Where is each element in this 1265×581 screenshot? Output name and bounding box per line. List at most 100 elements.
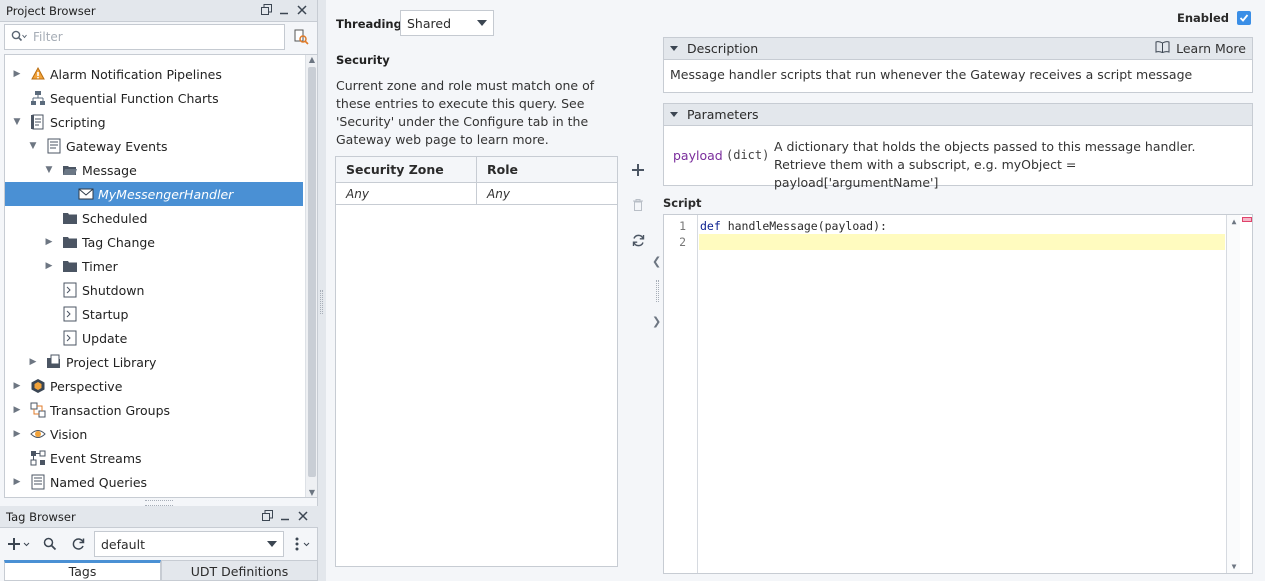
float-panel-icon[interactable] <box>258 506 276 528</box>
collapse-right-icon[interactable]: ❯ <box>652 315 661 328</box>
expand-arrow-icon[interactable]: ▶ <box>44 237 54 247</box>
minimize-panel-icon[interactable] <box>275 0 293 22</box>
scroll-down-icon[interactable]: ▼ <box>306 488 317 497</box>
refresh-icon[interactable] <box>66 532 90 556</box>
close-panel-icon[interactable] <box>293 0 311 22</box>
tree-item-gateway-events[interactable]: ▼ Gateway Events <box>5 134 303 158</box>
chevron-down-icon <box>267 541 277 547</box>
tag-browser-panel: Tag Browser default Tags UDT Definitions <box>0 506 318 581</box>
code-line[interactable]: def handleMessage(payload): <box>699 218 1225 234</box>
add-tag-icon[interactable] <box>4 532 34 556</box>
collapse-left-icon[interactable]: ❮ <box>652 255 661 268</box>
parameters-header[interactable]: Parameters <box>664 104 1252 126</box>
enabled-checkbox[interactable] <box>1237 11 1251 25</box>
editor-scrollbar[interactable]: ▲ ▼ <box>1226 215 1240 573</box>
tree-item-label: Scripting <box>50 114 106 130</box>
threading-select[interactable]: Shared <box>400 10 494 36</box>
tree-item-scripting[interactable]: ▼ Scripting <box>5 110 303 134</box>
current-code-line[interactable] <box>699 234 1225 250</box>
scroll-thumb[interactable] <box>308 67 316 477</box>
tag-browser-tabs: Tags UDT Definitions <box>4 560 318 581</box>
parameter-row: payload (dict) A dictionary that holds t… <box>664 126 1252 190</box>
tree-item-message[interactable]: ▼ Message <box>5 158 303 182</box>
tree-item-alarm-notification-pipelines[interactable]: ▶ Alarm Notification Pipelines <box>5 62 303 86</box>
tree-item-scheduled[interactable]: Scheduled <box>5 206 303 230</box>
expand-arrow-icon[interactable]: ▶ <box>12 405 22 415</box>
threading-value: Shared <box>407 15 452 31</box>
close-panel-icon[interactable] <box>294 506 312 528</box>
project-browser-title: Project Browser <box>6 3 96 18</box>
tree-item-sequential-function-charts[interactable]: Sequential Function Charts <box>5 86 303 110</box>
split-grip[interactable] <box>656 280 659 302</box>
tree-item-transaction-groups[interactable]: ▶ Transaction Groups <box>5 398 303 422</box>
tab-udt-definitions[interactable]: UDT Definitions <box>161 560 318 581</box>
vision-icon <box>30 426 46 442</box>
locate-in-tree-icon[interactable] <box>289 25 313 49</box>
column-header-security-zone[interactable]: Security Zone <box>336 157 477 182</box>
tree-item-event-streams[interactable]: Event Streams <box>5 446 303 470</box>
tree-item-tag-change[interactable]: ▶ Tag Change <box>5 230 303 254</box>
expand-arrow-icon[interactable]: ▶ <box>28 357 38 367</box>
tree-item-mymessengerhandler[interactable]: MyMessengerHandler <box>5 182 303 206</box>
scroll-up-icon[interactable]: ▲ <box>306 55 317 64</box>
filter-input[interactable] <box>33 30 278 44</box>
error-stripe-marker[interactable] <box>1242 217 1252 222</box>
trash-icon[interactable] <box>628 195 648 215</box>
tree-item-label: Transaction Groups <box>50 402 171 418</box>
search-icon[interactable] <box>38 532 62 556</box>
tab-tags[interactable]: Tags <box>4 560 161 581</box>
script-editor[interactable]: 1 2 def handleMessage(payload): ▲ ▼ <box>663 214 1253 574</box>
learn-more-link[interactable]: Learn More <box>1155 41 1246 56</box>
more-options-icon[interactable] <box>288 532 314 556</box>
float-panel-icon[interactable] <box>257 0 275 22</box>
reset-icon[interactable] <box>628 230 648 250</box>
tree-item-label: Startup <box>82 306 129 322</box>
collapse-arrow-icon[interactable]: ▼ <box>12 117 22 127</box>
gateway-events-icon <box>46 138 62 154</box>
expand-arrow-icon[interactable]: ▶ <box>44 261 54 271</box>
security-table-header: Security Zone Role <box>336 157 617 183</box>
script-page-icon <box>62 330 78 346</box>
tree-item-project-library[interactable]: ▶ Project Library <box>5 350 303 374</box>
chevron-down-icon <box>477 20 487 26</box>
code-keyword: def <box>700 219 721 233</box>
expand-arrow-icon[interactable]: ▶ <box>12 429 22 439</box>
tree-item-named-queries[interactable]: ▶ Named Queries <box>5 470 303 494</box>
collapse-arrow-icon[interactable]: ▼ <box>44 165 54 175</box>
tree-item-perspective[interactable]: ▶ Perspective <box>5 374 303 398</box>
tree-item-timer[interactable]: ▶ Timer <box>5 254 303 278</box>
alarm-pipeline-icon <box>30 66 46 82</box>
tree-scrollbar[interactable]: ▲ ▼ <box>305 55 317 497</box>
filter-field[interactable] <box>4 24 285 50</box>
library-icon <box>46 354 62 370</box>
scroll-up-icon[interactable]: ▲ <box>1227 217 1241 226</box>
table-row[interactable]: Any Any <box>336 183 617 205</box>
expand-arrow-icon[interactable]: ▶ <box>12 477 22 487</box>
description-text: Message handler scripts that run wheneve… <box>670 67 1193 82</box>
expand-arrow-icon[interactable]: ▶ <box>12 381 22 391</box>
add-row-icon[interactable] <box>628 160 648 180</box>
tree-item-label: Event Streams <box>50 450 142 466</box>
code-text: handleMessage(payload): <box>720 219 887 233</box>
tree-item-update[interactable]: Update <box>5 326 303 350</box>
splitter-grip[interactable] <box>320 290 323 314</box>
tree-item-label: Named Queries <box>50 474 148 490</box>
enabled-toggle[interactable]: Enabled <box>1177 11 1251 25</box>
parameter-name: payload <box>673 148 723 163</box>
folder-open-icon <box>62 162 78 178</box>
tree-item-vision[interactable]: ▶ Vision <box>5 422 303 446</box>
event-streams-icon <box>30 450 46 466</box>
description-header[interactable]: Description Learn More <box>664 38 1252 60</box>
collapse-arrow-icon[interactable]: ▼ <box>28 141 38 151</box>
scroll-down-icon[interactable]: ▼ <box>1227 562 1241 571</box>
tag-toolbar: default <box>0 528 318 560</box>
tree-item-startup[interactable]: Startup <box>5 302 303 326</box>
main-splitter[interactable] <box>318 0 326 581</box>
role-cell[interactable]: Any <box>477 183 617 204</box>
expand-arrow-icon[interactable]: ▶ <box>12 69 22 79</box>
column-header-role[interactable]: Role <box>477 157 617 182</box>
security-zone-cell[interactable]: Any <box>336 183 477 204</box>
tree-item-shutdown[interactable]: Shutdown <box>5 278 303 302</box>
tag-provider-select[interactable]: default <box>94 531 284 557</box>
minimize-panel-icon[interactable] <box>276 506 294 528</box>
